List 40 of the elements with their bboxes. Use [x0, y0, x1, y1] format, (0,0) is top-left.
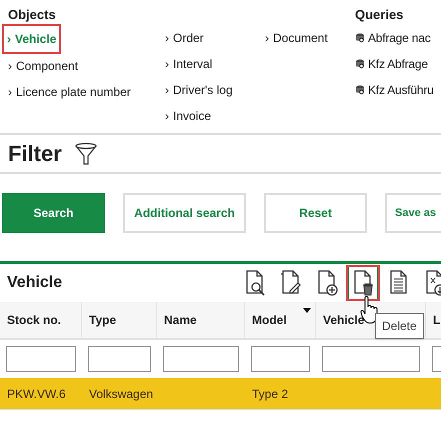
table-cell: PKW.VW.6 — [7, 386, 66, 400]
column-header[interactable]: Type — [82, 302, 157, 338]
toolbar-button[interactable] — [348, 267, 378, 299]
filter-icon — [74, 142, 98, 166]
column-filter-field[interactable] — [6, 346, 76, 372]
query-link[interactable]: Abfrage nac — [355, 25, 431, 51]
database-search-icon — [355, 85, 365, 95]
object-link[interactable]: › Order — [165, 25, 204, 51]
column-header[interactable]: Model — [245, 302, 316, 338]
object-link[interactable]: › Invoice — [165, 103, 212, 129]
action-button[interactable]: Search — [2, 193, 105, 233]
table-title: Vehicle — [7, 273, 64, 293]
query-link[interactable]: Kfz Abfrage — [355, 51, 428, 77]
table-cell: Volkswagen — [89, 386, 154, 400]
database-search-icon — [355, 59, 365, 69]
object-link[interactable]: › Interval — [165, 51, 212, 77]
object-link[interactable]: › Component — [8, 53, 78, 79]
object-link[interactable]: › Vehicle — [4, 26, 60, 52]
object-link[interactable]: › Driver's log — [165, 77, 233, 103]
column-header[interactable]: Li — [426, 302, 441, 338]
filter-title: Filter — [8, 140, 62, 168]
column-filter-field[interactable] — [88, 346, 151, 372]
object-link[interactable]: › Document — [265, 25, 328, 51]
tooltip: Delete — [375, 313, 424, 339]
section-heading: Objects — [8, 6, 57, 24]
column-header[interactable]: Name — [157, 302, 245, 338]
column-filter-field[interactable] — [322, 346, 420, 372]
action-button[interactable]: Save as — [385, 193, 441, 233]
column-header[interactable]: Stock no. — [0, 302, 82, 338]
object-link[interactable]: › Licence plate number — [8, 79, 131, 105]
table-cell: Type 2 — [252, 386, 288, 400]
action-button[interactable]: Reset — [264, 193, 367, 233]
column-filter-field[interactable] — [163, 346, 239, 372]
database-search-icon — [355, 33, 365, 43]
table-row[interactable]: PKW.VW.6 Volkswagen Type 2 — [0, 378, 441, 410]
action-button[interactable]: Additional search — [123, 193, 246, 233]
query-link[interactable]: Kfz Ausführu — [355, 77, 434, 103]
sort-caret-icon — [303, 308, 311, 313]
section-heading: Queries — [355, 6, 404, 24]
column-filter-field[interactable] — [251, 346, 310, 372]
